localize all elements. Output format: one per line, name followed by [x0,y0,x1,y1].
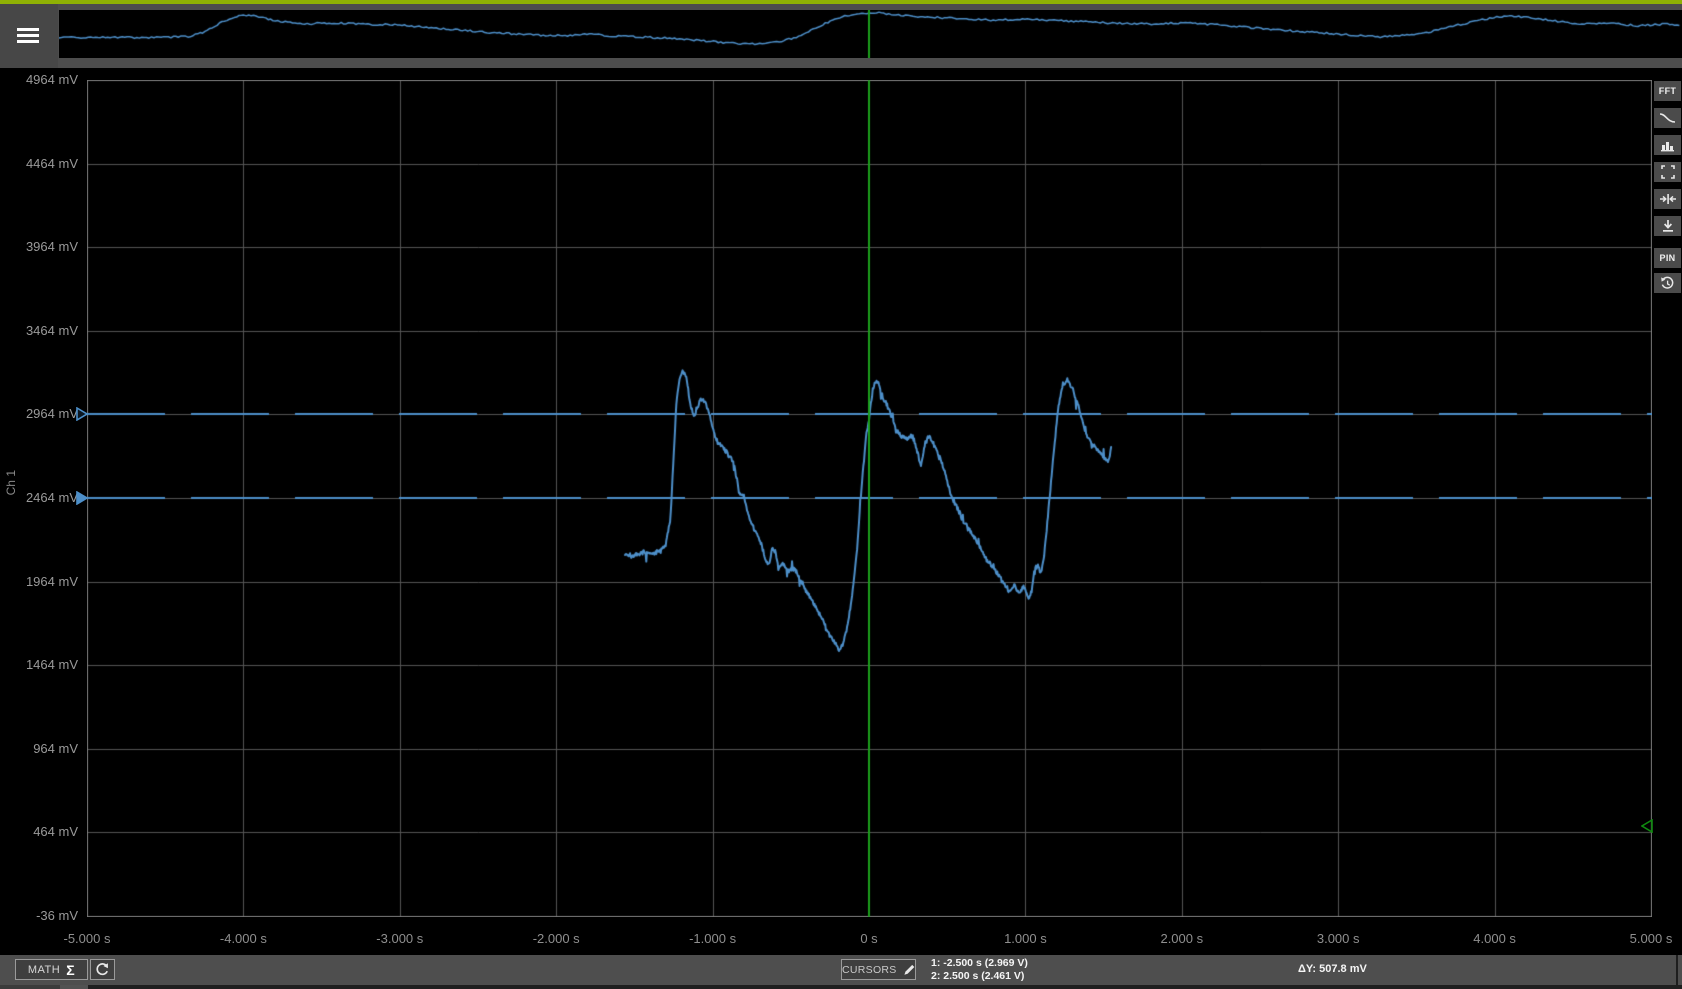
sigma-icon: Σ [66,962,75,978]
x-axis-tick-label: 4.000 s [1450,931,1540,946]
y-axis-tick-label: 2964 mV [0,407,78,421]
y-axis-tick-label: 4964 mV [0,73,78,87]
cursor2-handle[interactable] [76,491,88,505]
cursors-button-label: CURSORS [842,964,897,976]
menu-button[interactable] [0,4,58,68]
x-axis-tick-label: 3.000 s [1293,931,1383,946]
top-bar [0,4,1682,68]
overview-canvas[interactable] [59,10,1682,58]
scrollbar-thumb-light[interactable] [60,985,88,989]
x-axis-tick-label: -2.000 s [511,931,601,946]
math-button[interactable]: MATH Σ [15,959,88,980]
trigger-level-handle[interactable] [1641,819,1653,833]
y-axis-tick-label: -36 mV [0,909,78,923]
fft-button-label: FFT [1659,86,1676,96]
cursor-readouts: 1: -2.500 s (2.969 V) 2: 2.500 s (2.461 … [931,957,1028,983]
download-icon [1661,219,1675,233]
cursor1-handle[interactable] [76,407,88,421]
channel-label: Ch 1 [4,470,18,495]
cursor-readout-2: 2: 2.500 s (2.461 V) [931,970,1028,983]
y-axis-tick-label: 964 mV [0,742,78,756]
refresh-icon [95,962,110,977]
pin-button-label: PIN [1660,253,1676,263]
history-button[interactable] [1654,273,1681,293]
x-axis-tick-label: -5.000 s [42,931,132,946]
scope-display: 4964 mV4464 mV3964 mV3464 mV2964 mV2464 … [0,68,1682,955]
collapse-horizontal-icon [1660,193,1676,205]
x-axis-tick-label: 2.000 s [1137,931,1227,946]
center-horizontal-button[interactable] [1654,189,1681,209]
smoothing-button[interactable] [1654,108,1681,128]
fullscreen-button[interactable] [1654,162,1681,182]
y-axis-tick-label: 3964 mV [0,240,78,254]
pin-button[interactable]: PIN [1654,248,1681,268]
x-axis-tick-label: -3.000 s [355,931,445,946]
y-axis-tick-label: 3464 mV [0,324,78,338]
y-axis-tick-label: 1964 mV [0,575,78,589]
x-axis-tick-label: 0 s [824,931,914,946]
pencil-icon [903,963,915,977]
histogram-icon [1660,139,1675,152]
bottom-bar: MATH Σ CURSORS 1: -2.500 s (2.969 V) 2: … [0,955,1682,985]
fft-button[interactable]: FFT [1654,81,1681,101]
scrollbar-thumb[interactable] [0,985,60,989]
bottom-scrollbar[interactable] [0,985,1682,989]
y-axis-tick-label: 4464 mV [0,157,78,171]
x-axis-tick-label: 1.000 s [980,931,1070,946]
refresh-button[interactable] [90,959,115,980]
x-axis-tick-label: -1.000 s [668,931,758,946]
x-axis-tick-label: -4.000 s [198,931,288,946]
expand-icon [1661,165,1675,179]
delta-y-readout: ΔY: 507.8 mV [1298,963,1367,975]
y-axis-tick-label: 464 mV [0,825,78,839]
bottom-bar-divider [1676,955,1678,985]
cursor-readout-1: 1: -2.500 s (2.969 V) [931,957,1028,970]
cursors-button[interactable]: CURSORS [841,959,916,980]
export-button[interactable] [1654,216,1681,236]
math-button-label: MATH [28,964,60,976]
histogram-button[interactable] [1654,135,1681,155]
main-plot[interactable] [87,80,1652,917]
curve-icon [1659,111,1676,125]
history-icon [1660,276,1675,291]
y-axis-tick-label: 1464 mV [0,658,78,672]
x-axis-tick-label: 5.000 s [1606,931,1682,946]
waveform-overview[interactable] [59,10,1682,58]
